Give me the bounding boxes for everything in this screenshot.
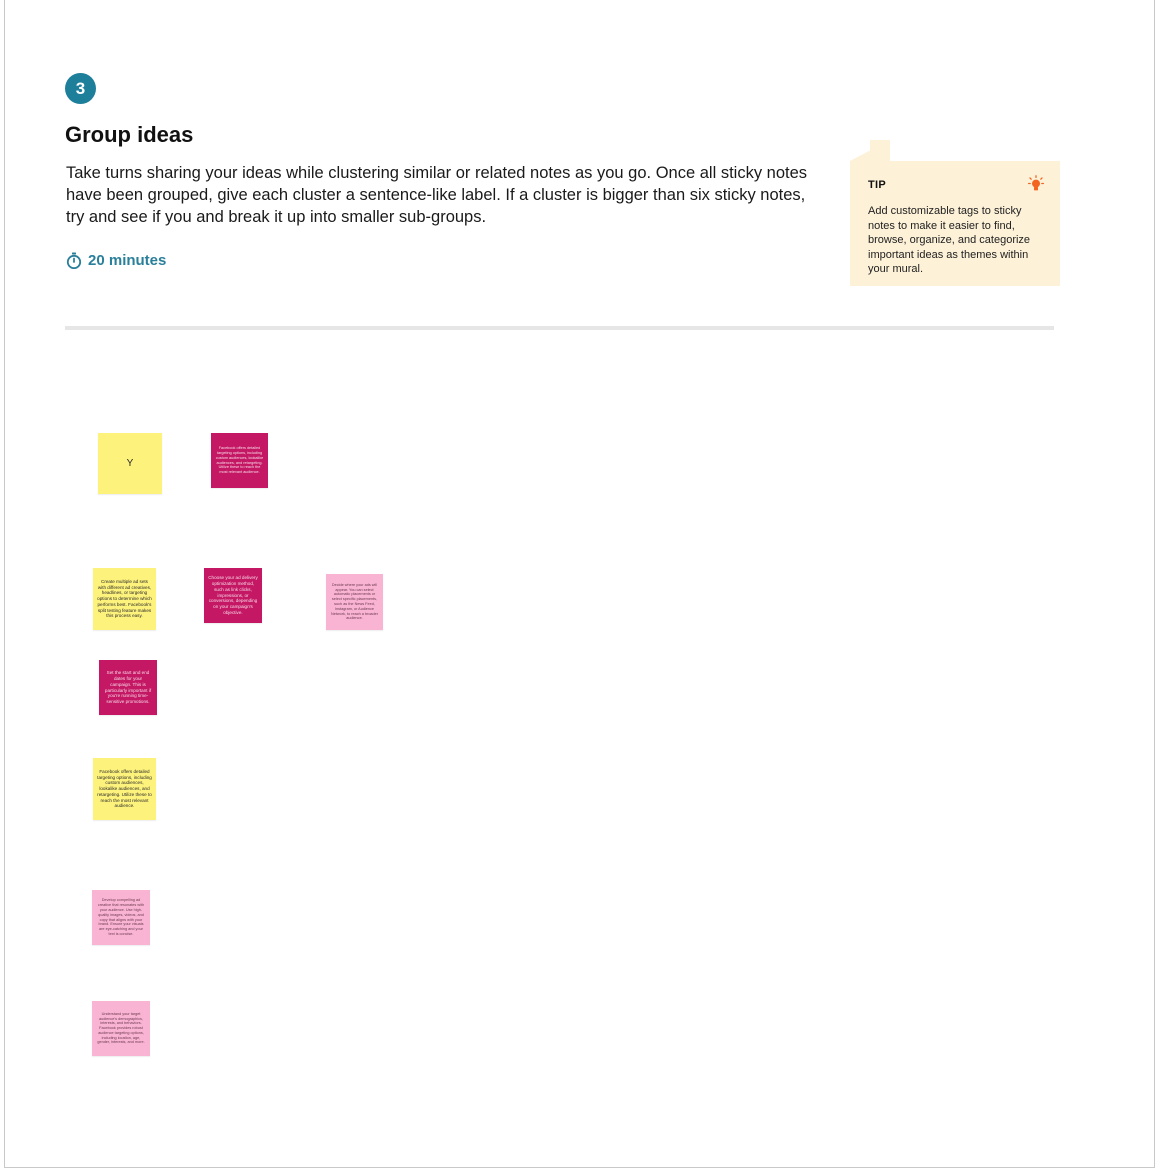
tip-label: TIP bbox=[868, 179, 887, 191]
section-divider bbox=[65, 326, 1054, 330]
sticky-note[interactable]: Choose your ad delivery optimization met… bbox=[204, 568, 262, 623]
sticky-note[interactable]: Facebook offers detailed targeting optio… bbox=[211, 433, 268, 488]
step-number-badge: 3 bbox=[65, 73, 96, 104]
lightbulb-icon bbox=[1027, 175, 1045, 198]
sticky-note[interactable]: Decide where your ads will appear. You c… bbox=[326, 574, 383, 630]
sticky-note[interactable]: Y bbox=[98, 433, 162, 494]
step-title: Group ideas bbox=[65, 122, 194, 147]
sticky-note[interactable]: Facebook offers detailed targeting optio… bbox=[93, 758, 156, 820]
timer: 20 minutes bbox=[66, 249, 166, 271]
sticky-note[interactable]: Develop compelling ad creative that reso… bbox=[92, 890, 150, 945]
sticky-note[interactable]: Understand your target audience's demogr… bbox=[92, 1001, 150, 1056]
sticky-note[interactable]: Set the start and end dates for your cam… bbox=[99, 660, 157, 715]
tip-callout: TIP Add customizable tags to sticky note… bbox=[850, 161, 1060, 286]
tip-callout-tab-fill bbox=[870, 140, 890, 161]
step-description: Take turns sharing your ideas while clus… bbox=[66, 164, 808, 226]
duration-label: 20 minutes bbox=[88, 251, 167, 269]
stopwatch-icon bbox=[66, 252, 82, 269]
tip-text: Add customizable tags to sticky notes to… bbox=[868, 205, 1031, 275]
sticky-note[interactable]: Create multiple ad sets with different a… bbox=[93, 568, 156, 630]
